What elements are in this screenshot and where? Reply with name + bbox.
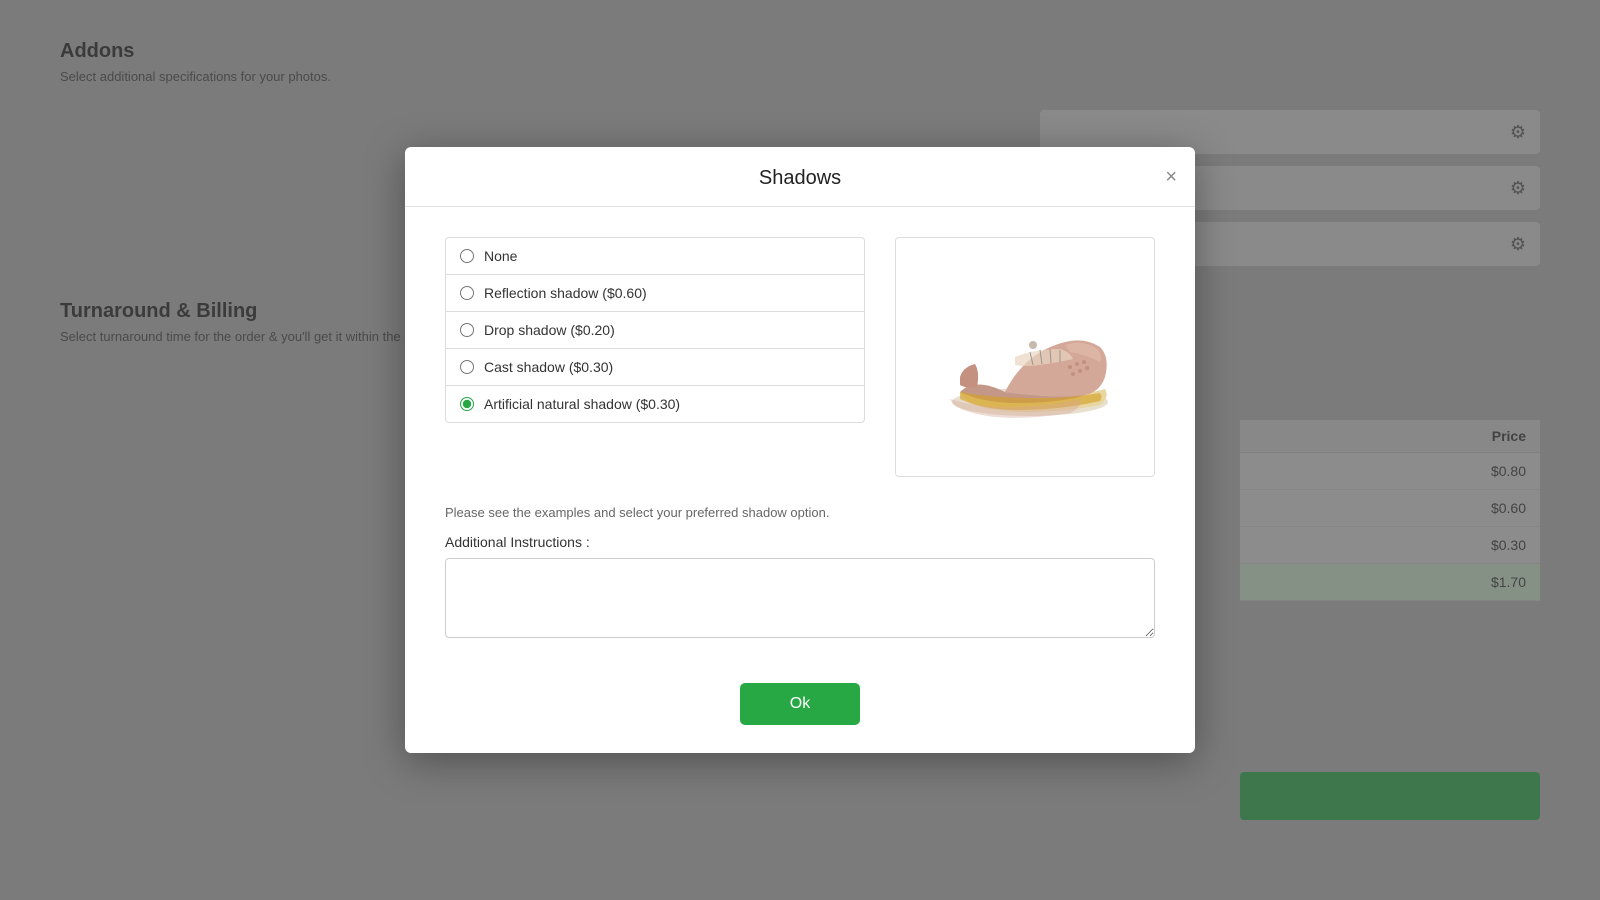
radio-reflection[interactable] [460, 286, 474, 300]
option-drop-label: Drop shadow ($0.20) [484, 322, 615, 338]
option-reflection-label: Reflection shadow ($0.60) [484, 285, 647, 301]
option-none-label: None [484, 248, 517, 264]
option-drop[interactable]: Drop shadow ($0.20) [445, 311, 865, 348]
info-text: Please see the examples and select your … [445, 505, 1155, 520]
shadow-preview-panel [895, 237, 1155, 477]
additional-instructions-textarea[interactable] [445, 558, 1155, 638]
content-row: None Reflection shadow ($0.60) Drop shad… [445, 237, 1155, 477]
option-none[interactable]: None [445, 237, 865, 274]
ok-button[interactable]: Ok [740, 683, 860, 725]
option-cast[interactable]: Cast shadow ($0.30) [445, 348, 865, 385]
option-cast-label: Cast shadow ($0.30) [484, 359, 613, 375]
modal-body: None Reflection shadow ($0.60) Drop shad… [405, 207, 1195, 667]
modal-overlay: Shadows × None Reflection shadow ($0.60) [0, 0, 1600, 900]
additional-instructions-label: Additional Instructions : [445, 534, 1155, 550]
option-artificial[interactable]: Artificial natural shadow ($0.30) [445, 385, 865, 423]
modal-footer: Ok [405, 667, 1195, 753]
radio-artificial[interactable] [460, 397, 474, 411]
shoe-image [925, 277, 1125, 437]
radio-drop[interactable] [460, 323, 474, 337]
radio-cast[interactable] [460, 360, 474, 374]
shadow-options-panel: None Reflection shadow ($0.60) Drop shad… [445, 237, 865, 477]
modal-title: Shadows [759, 167, 841, 190]
option-artificial-label: Artificial natural shadow ($0.30) [484, 396, 680, 412]
radio-none[interactable] [460, 249, 474, 263]
option-reflection[interactable]: Reflection shadow ($0.60) [445, 274, 865, 311]
modal-header: Shadows × [405, 147, 1195, 207]
shadows-modal: Shadows × None Reflection shadow ($0.60) [405, 147, 1195, 753]
modal-close-button[interactable]: × [1165, 167, 1177, 187]
